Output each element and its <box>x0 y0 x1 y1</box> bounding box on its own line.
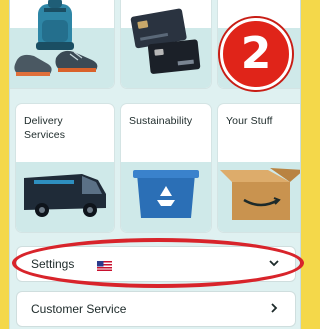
card-your-stuff[interactable]: Your Stuff <box>218 104 300 232</box>
us-flag-icon <box>97 261 112 271</box>
settings-label: Settings <box>31 257 75 271</box>
chevron-down-icon[interactable] <box>267 256 281 270</box>
step-number-badge: 2 <box>220 18 292 90</box>
gift-cards-image <box>130 8 201 74</box>
chevron-right-icon[interactable] <box>267 301 281 315</box>
customer-service-label: Customer Service <box>31 302 127 316</box>
backpack-image <box>14 0 98 76</box>
delivery-van-image <box>24 174 106 217</box>
card-gift-cards[interactable] <box>121 0 211 88</box>
recycle-bin-image <box>133 170 199 218</box>
settings-row[interactable]: Settings <box>16 246 296 282</box>
card-backpack[interactable] <box>10 0 114 88</box>
card-delivery-services[interactable]: Delivery Services <box>16 104 114 232</box>
card-sustainability[interactable]: Sustainability <box>121 104 211 232</box>
package-box-image <box>220 168 300 220</box>
customer-service-row[interactable]: Customer Service <box>16 291 296 327</box>
